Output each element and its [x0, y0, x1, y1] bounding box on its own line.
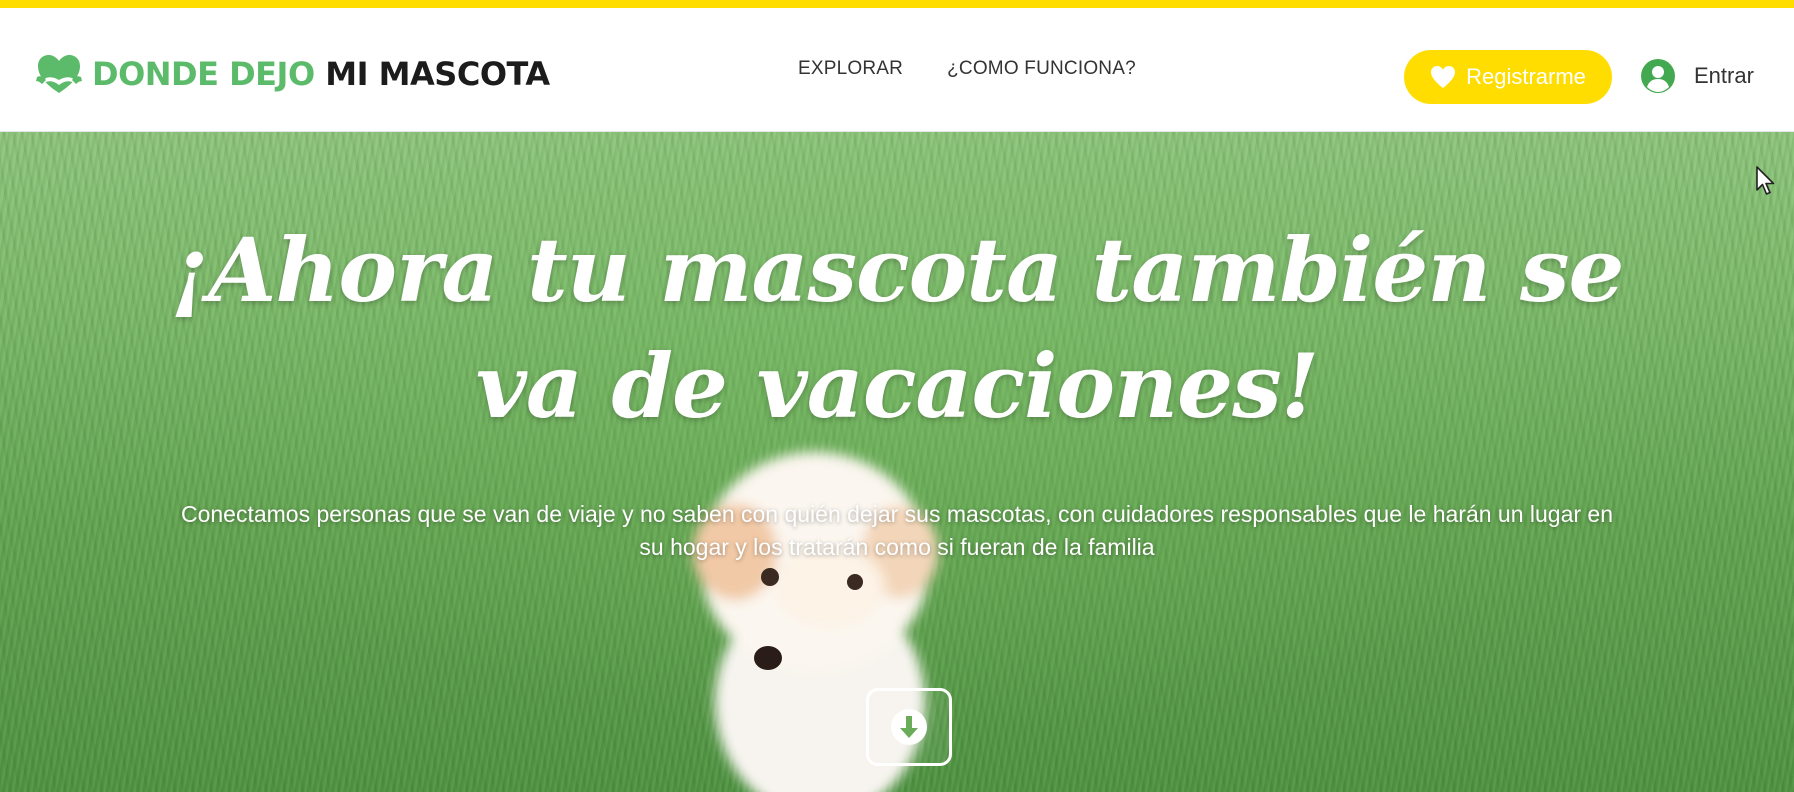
hero-title: ¡Ahora tu mascota también se va de vacac…: [170, 218, 1624, 438]
login-link[interactable]: Entrar: [1640, 56, 1754, 96]
nav-item-como-funciona[interactable]: ¿COMO FUNCIONA?: [947, 58, 1136, 80]
register-button[interactable]: Registrarme: [1404, 50, 1612, 104]
mouse-cursor-icon: [1756, 166, 1775, 195]
heart-hands-icon: [36, 55, 82, 93]
logo-text-primary: DONDE DEJO: [92, 55, 315, 93]
main-nav: EXPLORAR ¿COMO FUNCIONA?: [798, 58, 1136, 80]
heart-icon: [1431, 66, 1456, 88]
arrow-down-icon: [891, 709, 927, 745]
hero-subtitle: Conectamos personas que se van de viaje …: [180, 501, 1614, 560]
nav-item-explorar[interactable]: EXPLORAR: [798, 58, 903, 80]
logo-wordmark: DONDE DEJO MI MASCOTA: [92, 55, 550, 93]
user-icon: [1641, 59, 1675, 93]
register-button-label: Registrarme: [1466, 64, 1586, 89]
site-header: DONDE DEJO MI MASCOTA EXPLORAR ¿COMO FUN…: [0, 8, 1794, 132]
top-accent-bar: [0, 0, 1794, 8]
site-logo[interactable]: DONDE DEJO MI MASCOTA: [34, 46, 550, 102]
login-label: Entrar: [1694, 63, 1754, 88]
scroll-down-button[interactable]: [866, 688, 952, 766]
hero-section: ¡Ahora tu mascota también se va de vacac…: [0, 132, 1794, 792]
logo-text-secondary: MI MASCOTA: [325, 55, 550, 93]
